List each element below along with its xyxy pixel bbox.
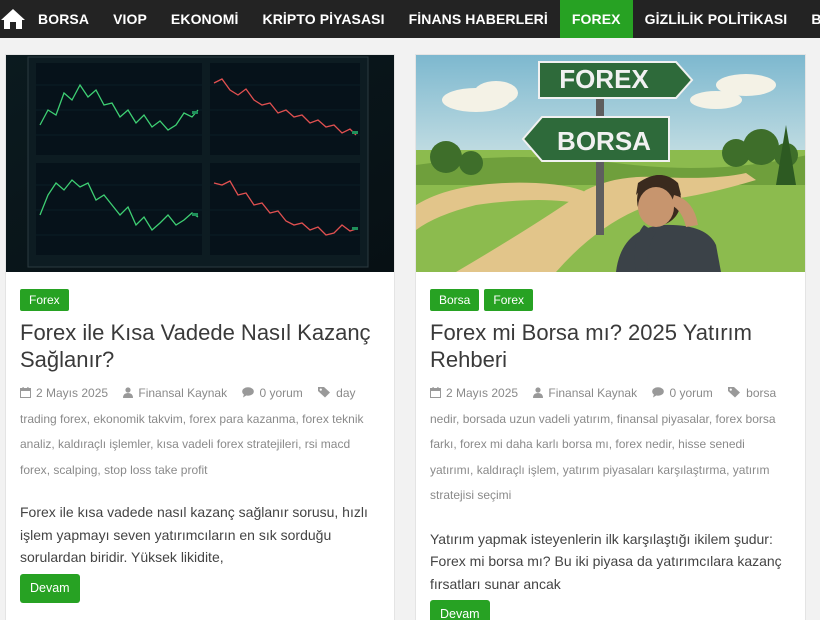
post-tag[interactable]: kaldıraçlı işlem [477, 463, 556, 477]
tag-icon [728, 387, 741, 398]
user-icon [123, 387, 134, 398]
post-meta: 2 Mayıs 2025 Finansal Kaynak 0 yorum day… [20, 386, 364, 477]
comment-icon [242, 387, 255, 398]
post-tag[interactable]: finansal piyasalar [617, 412, 709, 426]
post-excerpt: Forex ile kısa vadede nasıl kazanç sağla… [20, 504, 368, 565]
home-icon [1, 9, 25, 29]
calendar-icon [20, 387, 31, 398]
nav-item-kripto[interactable]: KRİPTO PİYASASI [251, 0, 397, 38]
nav-item-gizlilik[interactable]: GİZLİLİK POLİTİKASI [633, 0, 800, 38]
post-comments[interactable]: 0 yorum [242, 386, 303, 400]
post-tag[interactable]: forex para kazanma [189, 412, 295, 426]
post-date[interactable]: 2 Mayıs 2025 [430, 386, 518, 400]
post-excerpt: Yatırım yapmak isteyenlerin ilk karşılaş… [430, 530, 782, 592]
post-comments-text: 0 yorum [259, 386, 303, 400]
read-more-button[interactable]: Devam [430, 600, 490, 620]
post-date[interactable]: 2 Mayıs 2025 [20, 386, 108, 400]
post-card: FOREX BORSA Borsa Forex Forex mi Borsa m… [415, 54, 806, 620]
post-date-text: 2 Mayıs 2025 [446, 386, 519, 400]
post-thumbnail[interactable] [6, 55, 394, 272]
nav-item-bize[interactable]: BİZE [799, 0, 820, 38]
post-tag[interactable]: kısa vadeli forex stratejileri [157, 437, 298, 451]
nav-item-forex[interactable]: FOREX [559, 0, 633, 38]
post-tag[interactable]: borsada uzun vadeli yatırım [463, 412, 610, 426]
post-tag[interactable]: ekonomik takvim [93, 412, 182, 426]
post-comments[interactable]: 0 yorum [652, 386, 713, 400]
read-more-button[interactable]: Devam [20, 574, 80, 603]
post-author-text: Finansal Kaynak [138, 386, 228, 400]
comment-icon [652, 387, 665, 398]
post-date-text: 2 Mayıs 2025 [36, 386, 109, 400]
post-thumbnail[interactable]: FOREX BORSA [416, 55, 805, 272]
nav-item-ekonomi[interactable]: EKONOMİ [159, 0, 251, 38]
post-tag[interactable]: scalping [53, 463, 97, 477]
category-badge-borsa[interactable]: Borsa [430, 289, 480, 311]
post-tag[interactable]: forex mi daha karlı borsa mı [460, 437, 609, 451]
user-icon [533, 387, 544, 398]
home-button[interactable] [0, 0, 26, 38]
post-tag[interactable]: stop loss take profit [104, 463, 207, 477]
category-badge-forex[interactable]: Forex [20, 289, 69, 311]
post-tag[interactable]: kaldıraçlı işlemler [58, 437, 150, 451]
post-author[interactable]: Finansal Kaynak [123, 386, 227, 400]
post-meta: 2 Mayıs 2025 Finansal Kaynak 0 yorum bor… [430, 386, 777, 502]
post-comments-text: 0 yorum [669, 386, 713, 400]
sign-forex: FOREX [559, 64, 649, 94]
post-title[interactable]: Forex ile Kısa Vadede Nasıl Kazanç Sağla… [20, 319, 380, 373]
post-tag[interactable]: forex nedir [615, 437, 671, 451]
calendar-icon [430, 387, 441, 398]
nav-item-finans-haberleri[interactable]: FİNANS HABERLERİ [397, 0, 560, 38]
sign-borsa: BORSA [557, 126, 651, 156]
nav-item-viop[interactable]: VIOP [101, 0, 159, 38]
category-badge-forex[interactable]: Forex [484, 289, 534, 311]
tag-icon [318, 387, 331, 398]
post-author[interactable]: Finansal Kaynak [533, 386, 637, 400]
main-navigation: BORSA VIOP EKONOMİ KRİPTO PİYASASI FİNAN… [0, 0, 820, 38]
nav-item-borsa[interactable]: BORSA [26, 0, 101, 38]
post-title[interactable]: Forex mi Borsa mı? 2025 Yatırım Rehberi [430, 319, 791, 373]
post-card: Forex Forex ile Kısa Vadede Nasıl Kazanç… [5, 54, 395, 620]
post-tag[interactable]: yatırım piyasaları karşılaştırma [563, 463, 726, 477]
post-author-text: Finansal Kaynak [548, 386, 638, 400]
